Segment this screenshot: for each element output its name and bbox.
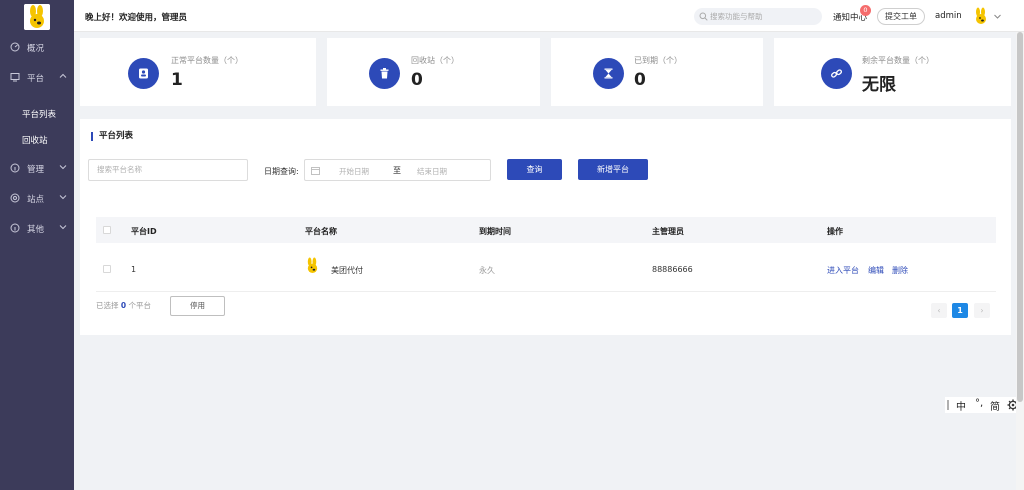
add-platform-button[interactable]: 新增平台 — [578, 159, 648, 180]
search-input[interactable]: 搜索功能与帮助 — [694, 8, 822, 25]
chevron-down-icon — [59, 195, 67, 200]
monitor-icon — [10, 73, 20, 82]
table-row: 1 美团代付 永久 88886666 进入平台 编辑 删除 — [96, 252, 996, 292]
pagination-page-current[interactable]: 1 — [952, 303, 968, 318]
sidebar: 概况 平台 平台列表 回收站 管理 站点 其他 — [0, 0, 74, 490]
edit-link[interactable]: 编辑 — [868, 265, 884, 276]
selection-count: 0 — [120, 301, 127, 310]
platform-list-panel: 平台列表 搜索平台名称 日期查询: 开始日期 至 结束日期 查询 新增平台 平台… — [80, 119, 1011, 335]
column-header-expire-time: 到期时间 — [479, 227, 511, 236]
date-start-placeholder: 开始日期 — [339, 167, 369, 176]
selection-prefix: 已选择 — [96, 301, 119, 310]
date-query-label: 日期查询: — [264, 167, 299, 176]
enter-platform-link[interactable]: 进入平台 — [827, 265, 859, 276]
delete-link[interactable]: 删除 — [892, 265, 908, 276]
sidebar-item-site[interactable]: 站点 — [0, 184, 74, 212]
stat-card-recycle-bin: 回收站（个） 0 — [327, 38, 540, 106]
bunny-logo-icon — [24, 4, 50, 30]
column-header-actions: 操作 — [827, 227, 843, 236]
avatar[interactable] — [973, 7, 989, 25]
cell-platform-name: 美团代付 — [331, 266, 363, 275]
top-bar: 晚上好！欢迎使用，管理员 搜索功能与帮助 通知中心 0 提交工单 admin — [74, 0, 1024, 32]
chevron-down-icon — [59, 225, 67, 230]
globe-icon — [10, 193, 20, 203]
chevron-down-icon[interactable] — [993, 12, 1002, 21]
stat-label: 剩余平台数量（个） — [862, 56, 934, 65]
calendar-icon — [311, 167, 320, 175]
cell-platform-id: 1 — [131, 265, 137, 274]
stat-value: 0 — [634, 70, 646, 90]
info-icon — [10, 163, 20, 173]
submit-ticket-button[interactable]: 提交工单 — [877, 8, 925, 25]
stat-card-expired: 已到期（个） 0 — [551, 38, 763, 106]
hourglass-icon — [593, 58, 624, 89]
platform-logo-icon — [307, 257, 318, 273]
app-logo[interactable] — [24, 4, 50, 30]
stat-value: 无限 — [862, 75, 896, 95]
date-range-picker[interactable]: 开始日期 至 结束日期 — [304, 159, 491, 181]
notification-badge: 0 — [860, 5, 871, 16]
table-header: 平台ID 平台名称 到期时间 主管理员 操作 — [96, 217, 996, 243]
cell-main-admin: 88886666 — [652, 265, 693, 274]
sidebar-item-label: 站点 — [27, 195, 45, 205]
search-icon — [699, 12, 708, 21]
username-label[interactable]: admin — [935, 11, 962, 21]
pagination-next-button[interactable]: › — [974, 303, 990, 318]
chevron-up-icon — [59, 73, 67, 78]
query-button[interactable]: 查询 — [507, 159, 562, 180]
stat-value: 1 — [171, 70, 183, 90]
sidebar-item-manage[interactable]: 管理 — [0, 154, 74, 182]
search-placeholder: 搜索功能与帮助 — [710, 12, 763, 21]
sidebar-item-other[interactable]: 其他 — [0, 214, 74, 242]
selection-summary: 已选择 0 个平台 — [96, 300, 151, 311]
stat-label: 回收站（个） — [411, 56, 459, 65]
sidebar-subitem-platform-list[interactable]: 平台列表 — [22, 108, 56, 120]
cell-expire-time: 永久 — [479, 266, 495, 275]
date-end-placeholder: 结束日期 — [417, 167, 447, 176]
chevron-down-icon — [59, 165, 67, 170]
ime-toolbar: 中 °, 简 — [945, 397, 1024, 413]
ime-drag-handle[interactable] — [947, 400, 949, 410]
badge-icon — [128, 58, 159, 89]
ime-punct-toggle[interactable]: °, — [975, 398, 983, 409]
ime-charset-toggle[interactable]: 简 — [990, 398, 1000, 413]
trash-icon — [369, 58, 400, 89]
row-checkbox[interactable] — [103, 265, 111, 273]
link-icon — [821, 58, 852, 89]
gauge-icon — [10, 42, 20, 52]
date-separator: 至 — [393, 166, 401, 175]
ime-mode-toggle[interactable]: 中 — [956, 398, 966, 413]
stat-value: 0 — [411, 70, 423, 90]
greeting-text: 晚上好！欢迎使用，管理员 — [85, 13, 188, 23]
stat-card-active-platforms: 正常平台数量（个） 1 — [80, 38, 316, 106]
pagination-prev-button[interactable]: ‹ — [931, 303, 947, 318]
column-header-platform-name: 平台名称 — [305, 227, 337, 236]
sidebar-subitem-recycle-bin[interactable]: 回收站 — [22, 134, 48, 146]
sidebar-item-platform[interactable]: 平台 — [0, 63, 74, 91]
scrollbar-thumb[interactable] — [1017, 32, 1023, 402]
selection-suffix: 个平台 — [128, 301, 152, 310]
column-header-platform-id: 平台ID — [131, 227, 157, 236]
sidebar-item-label: 平台 — [27, 74, 45, 84]
info-icon — [10, 223, 20, 233]
page-scrollbar[interactable] — [1016, 32, 1024, 490]
column-header-main-admin: 主管理员 — [652, 227, 684, 236]
sidebar-item-label: 管理 — [27, 165, 45, 175]
stat-label: 已到期（个） — [634, 56, 682, 65]
sidebar-item-label: 概况 — [27, 44, 45, 54]
select-all-checkbox[interactable] — [103, 226, 111, 234]
panel-title: 平台列表 — [91, 132, 133, 141]
sidebar-item-overview[interactable]: 概况 — [0, 33, 74, 61]
disable-button[interactable]: 停用 — [170, 296, 225, 316]
stat-label: 正常平台数量（个） — [171, 56, 243, 65]
sidebar-item-label: 其他 — [27, 225, 45, 235]
stat-card-remaining: 剩余平台数量（个） 无限 — [774, 38, 1011, 106]
platform-name-search-input[interactable]: 搜索平台名称 — [88, 159, 248, 181]
